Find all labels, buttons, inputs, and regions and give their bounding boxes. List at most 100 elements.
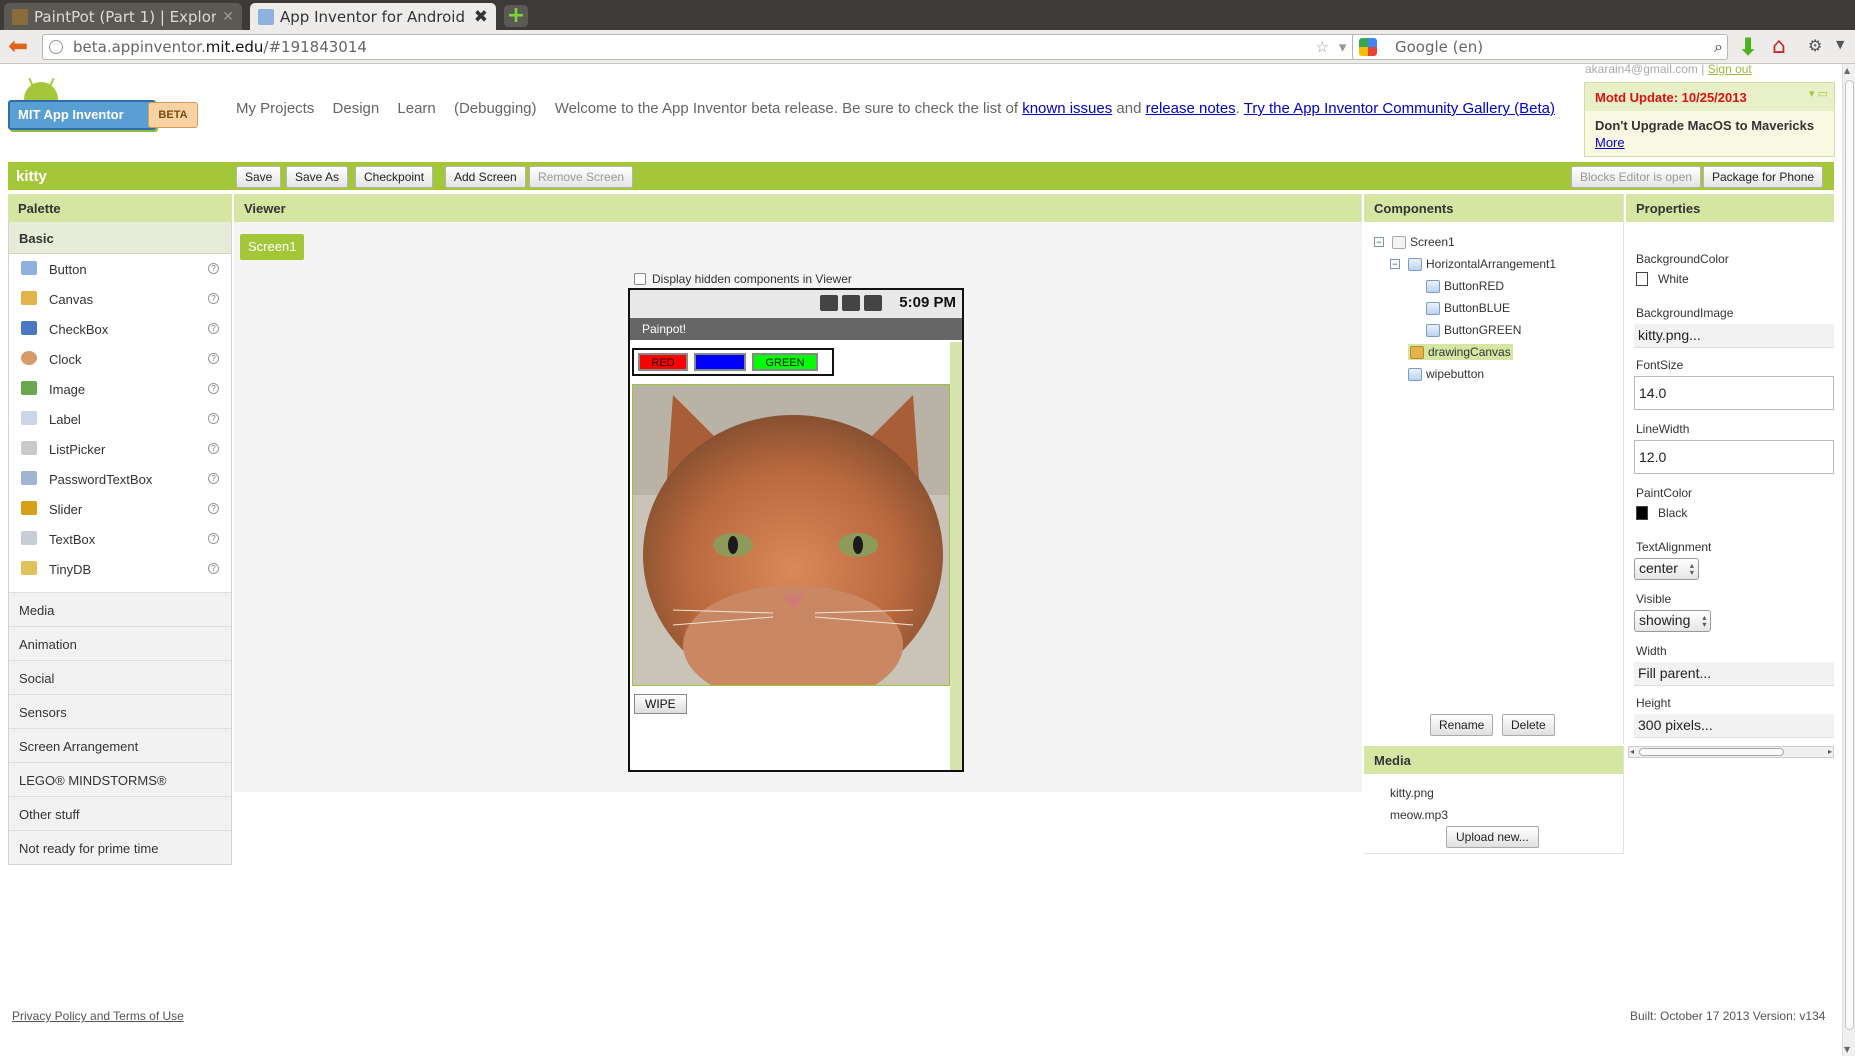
palette-item-button[interactable]: Button? [9, 254, 231, 284]
scroll-left-icon[interactable]: ◂ [1630, 747, 1634, 756]
wipe-button[interactable]: WIPE [634, 694, 687, 714]
prop-background-color[interactable]: White [1636, 272, 1689, 286]
palette-category-lego[interactable]: LEGO® MINDSTORMS® [9, 762, 231, 796]
prop-height[interactable]: 300 pixels... [1634, 714, 1834, 738]
delete-button[interactable]: Delete [1502, 714, 1555, 736]
scroll-up-icon[interactable]: ▲ [1844, 66, 1850, 75]
screen-selector[interactable]: Screen1 [240, 234, 305, 260]
tree-node-button-red[interactable]: ButtonRED [1426, 279, 1504, 293]
help-icon[interactable]: ? [208, 353, 219, 364]
prop-width[interactable]: Fill parent... [1634, 662, 1834, 686]
palette-item-clock[interactable]: Clock? [9, 344, 231, 374]
back-arrow-icon[interactable]: ⬅ [8, 34, 32, 59]
gallery-link[interactable]: Try the App Inventor Community Gallery (… [1244, 100, 1555, 117]
release-notes-link[interactable]: release notes [1146, 100, 1236, 117]
nav-design[interactable]: Design [333, 100, 380, 117]
nav-learn[interactable]: Learn [397, 100, 435, 117]
remove-screen-button[interactable]: Remove Screen [529, 166, 634, 188]
privacy-link[interactable]: Privacy Policy and Terms of Use [12, 1009, 184, 1023]
nav-my-projects[interactable]: My Projects [236, 100, 314, 117]
download-arrow-icon[interactable]: ⬇ [1738, 33, 1758, 61]
rename-button[interactable]: Rename [1430, 714, 1494, 736]
collapse-icon[interactable]: ▾ [1809, 88, 1815, 100]
addon-icon[interactable]: ⚙ [1808, 36, 1822, 55]
palette-category-screen-arrangement[interactable]: Screen Arrangement [9, 728, 231, 762]
help-icon[interactable]: ? [208, 473, 219, 484]
history-dropdown-icon[interactable]: ▾ [1339, 38, 1347, 56]
palette-category-basic[interactable]: Basic [9, 222, 231, 254]
add-screen-button[interactable]: Add Screen [445, 166, 526, 188]
help-icon[interactable]: ? [208, 443, 219, 454]
drawing-canvas[interactable] [632, 384, 950, 686]
address-bar[interactable]: beta.appinventor. mit.edu/#191843014 ☆ ▾ … [42, 34, 1376, 60]
help-icon[interactable]: ? [208, 323, 219, 334]
palette-item-textbox[interactable]: TextBox? [9, 524, 231, 554]
home-icon[interactable]: ⌂ [1772, 34, 1786, 59]
media-file-meow[interactable]: meow.mp3 [1390, 808, 1448, 822]
help-icon[interactable]: ? [208, 293, 219, 304]
display-hidden-checkbox[interactable]: Display hidden components in Viewer [634, 272, 852, 286]
magnifier-icon[interactable]: ⌕ [1714, 37, 1723, 57]
collapse-toggle-icon[interactable]: − [1390, 259, 1400, 269]
tree-node-horizontal-arrangement[interactable]: − HorizontalArrangement1 [1390, 257, 1556, 271]
palette-category-media[interactable]: Media [9, 592, 231, 626]
help-icon[interactable]: ? [208, 563, 219, 574]
sign-out-link[interactable]: Sign out [1708, 62, 1752, 76]
properties-horizontal-scrollbar[interactable]: ◂ ▸ [1628, 746, 1834, 758]
blocks-editor-button[interactable]: Blocks Editor is open [1571, 166, 1702, 188]
palette-item-image[interactable]: Image? [9, 374, 231, 404]
palette-item-listpicker[interactable]: ListPicker? [9, 434, 231, 464]
palette-item-label[interactable]: Label? [9, 404, 231, 434]
prop-visible-select[interactable]: showing ▴ ▾ [1634, 610, 1712, 632]
search-box[interactable]: Google (en) ⌕ [1352, 34, 1728, 60]
browser-tab-app-inventor[interactable]: App Inventor for Android - ... ✖ [250, 3, 496, 30]
palette-item-slider[interactable]: Slider? [9, 494, 231, 524]
tree-node-wipebutton[interactable]: wipebutton [1408, 367, 1484, 381]
palette-category-not-ready[interactable]: Not ready for prime time [9, 830, 231, 864]
button-blue[interactable]: BLUE [694, 353, 746, 371]
checkbox[interactable] [634, 273, 646, 285]
motd-more-link[interactable]: More [1595, 135, 1625, 150]
help-icon[interactable]: ? [208, 263, 219, 274]
palette-item-passwordtextbox[interactable]: PasswordTextBox? [9, 464, 231, 494]
tab-close-icon[interactable]: ✖ [474, 7, 488, 27]
scrollbar-thumb[interactable] [1845, 80, 1854, 1030]
checkpoint-button[interactable]: Checkpoint [355, 166, 434, 188]
tree-node-screen1[interactable]: − Screen1 [1374, 235, 1455, 249]
prop-line-width-input[interactable]: 12.0 [1634, 440, 1834, 474]
prop-paint-color[interactable]: Black [1636, 506, 1687, 520]
save-button[interactable]: Save [236, 166, 282, 188]
tree-node-button-blue[interactable]: ButtonBLUE [1426, 301, 1510, 315]
collapse-toggle-icon[interactable]: − [1374, 237, 1384, 247]
help-icon[interactable]: ? [208, 503, 219, 514]
prop-font-size-input[interactable]: 14.0 [1634, 376, 1834, 410]
horizontal-arrangement[interactable]: RED BLUE GREEN [632, 348, 834, 376]
known-issues-link[interactable]: known issues [1022, 100, 1112, 117]
package-for-phone-button[interactable]: Package for Phone [1703, 166, 1824, 188]
button-green[interactable]: GREEN [752, 353, 818, 371]
nav-debugging[interactable]: (Debugging) [454, 100, 537, 117]
prop-background-image[interactable]: kitty.png... [1634, 324, 1834, 348]
tab-close-icon[interactable]: ✕ [222, 9, 234, 25]
bookmark-star-icon[interactable]: ☆ [1315, 38, 1328, 56]
plus-icon[interactable]: + [504, 5, 528, 27]
help-icon[interactable]: ? [208, 413, 219, 424]
palette-category-social[interactable]: Social [9, 660, 231, 694]
palette-item-checkbox[interactable]: CheckBox? [9, 314, 231, 344]
tree-node-button-green[interactable]: ButtonGREEN [1426, 323, 1521, 337]
app-inventor-logo[interactable]: MIT App Inventor BETA [8, 77, 198, 138]
scroll-right-icon[interactable]: ▸ [1828, 747, 1832, 756]
minimize-icon[interactable]: ▭ [1818, 88, 1828, 100]
button-red[interactable]: RED [638, 353, 688, 371]
media-file-kitty[interactable]: kitty.png [1390, 786, 1434, 800]
palette-category-animation[interactable]: Animation [9, 626, 231, 660]
browser-tab-paintpot[interactable]: PaintPot (Part 1) | Explore ... ✕ [4, 3, 242, 30]
upload-new-button[interactable]: Upload new... [1446, 826, 1539, 848]
page-scrollbar[interactable]: ▲ ▼ [1842, 64, 1855, 1056]
help-icon[interactable]: ? [208, 383, 219, 394]
help-icon[interactable]: ? [208, 533, 219, 544]
tree-node-drawing-canvas[interactable]: drawingCanvas [1408, 344, 1513, 360]
save-as-button[interactable]: Save As [286, 166, 349, 188]
prop-text-alignment-select[interactable]: center ▴ ▾ [1634, 558, 1699, 580]
palette-category-sensors[interactable]: Sensors [9, 694, 231, 728]
